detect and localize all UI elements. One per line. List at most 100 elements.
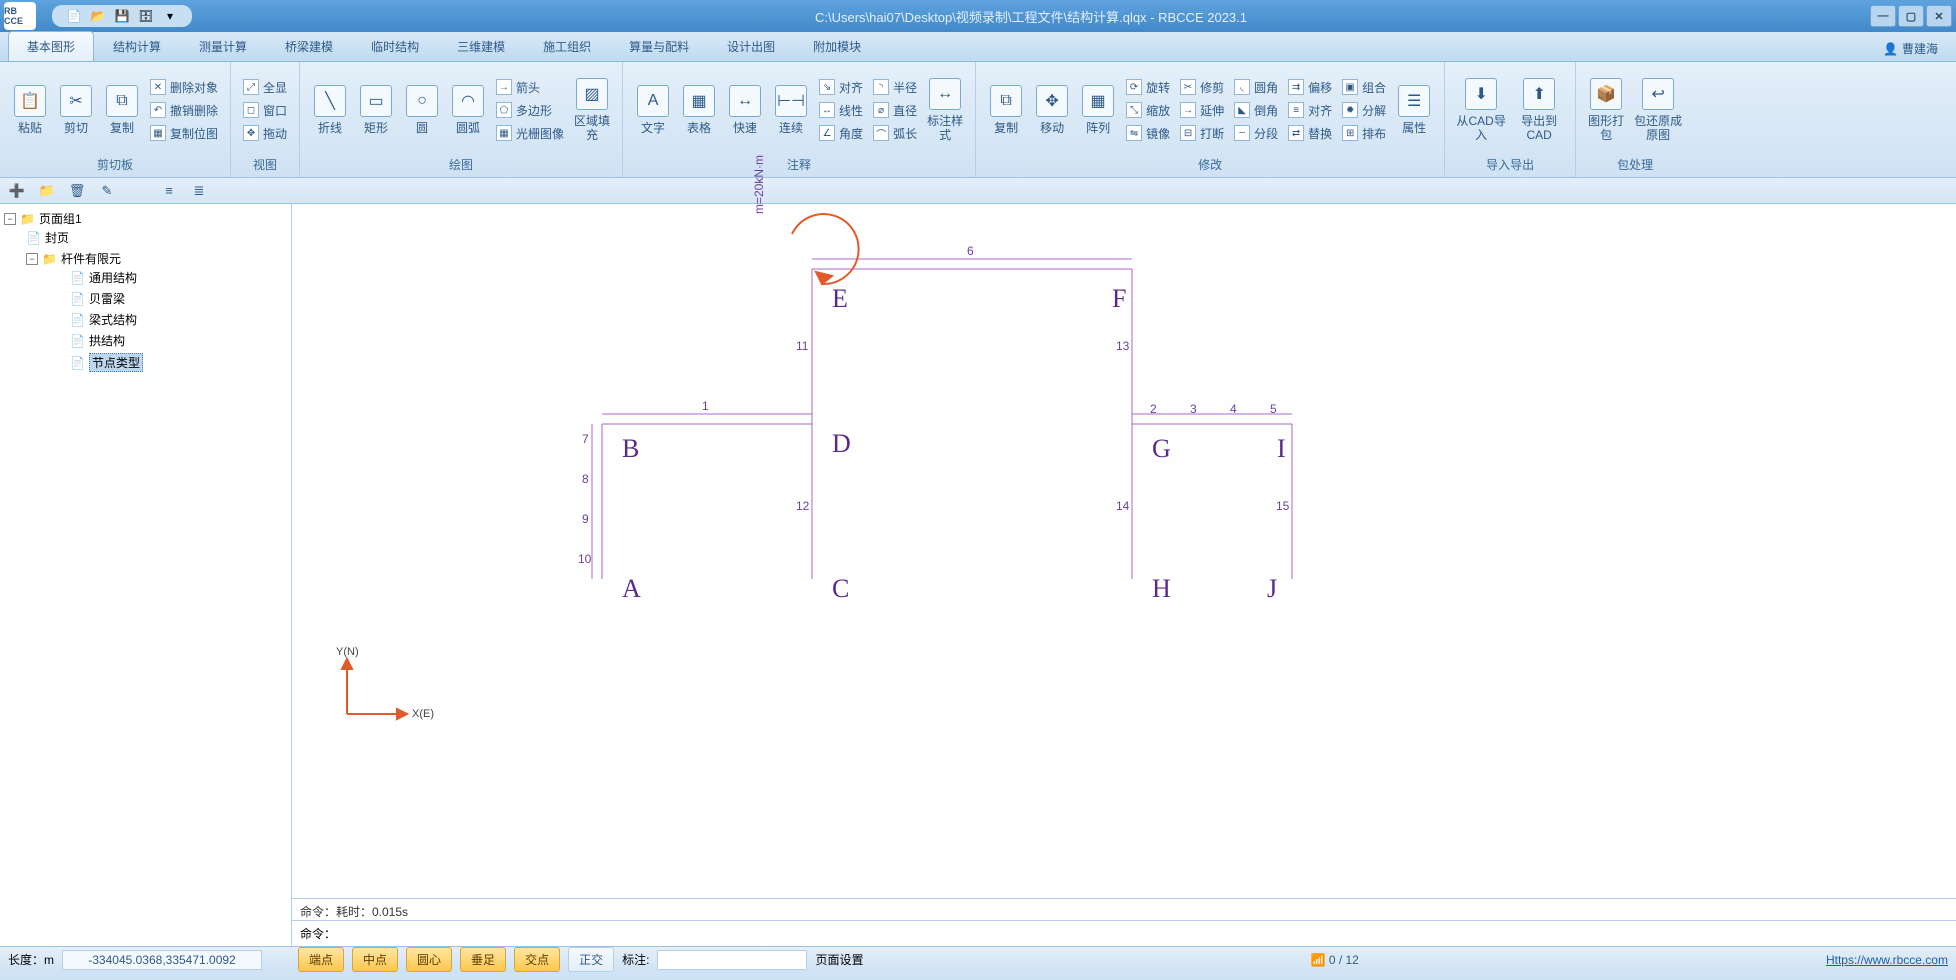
polyline-button[interactable]: ╲折线	[308, 81, 352, 139]
tab-construction[interactable]: 施工组织	[524, 31, 610, 61]
tree-item-nodetype[interactable]: 📄 节点类型	[70, 353, 287, 372]
close-button[interactable]: ✕	[1926, 5, 1952, 27]
indent-right-button[interactable]: ≣	[190, 182, 208, 200]
tab-structure-calc[interactable]: 结构计算	[94, 31, 180, 61]
snap-center[interactable]: 圆心	[406, 947, 452, 972]
minimize-button[interactable]: —	[1870, 5, 1896, 27]
tab-basic-graphics[interactable]: 基本图形	[8, 31, 94, 61]
fillet-button[interactable]: ◟圆角	[1230, 77, 1282, 98]
add-page-button[interactable]: ➕	[8, 182, 26, 200]
trim-button[interactable]: ✂修剪	[1176, 77, 1228, 98]
page-settings-button[interactable]: 页面设置	[815, 951, 863, 968]
import-cad-button[interactable]: ⬇从CAD导入	[1453, 74, 1509, 147]
tree-root[interactable]: −📁 页面组1	[4, 210, 287, 227]
arrange-button[interactable]: ⊞排布	[1338, 123, 1390, 144]
command-input[interactable]	[342, 927, 1948, 941]
align-mod-button[interactable]: ≡对齐	[1284, 100, 1336, 121]
snap-endpoint[interactable]: 端点	[298, 947, 344, 972]
snap-intersect[interactable]: 交点	[514, 947, 560, 972]
copy-button[interactable]: ⧉复制	[100, 81, 144, 139]
qat-saveall-icon[interactable]: 🗄	[138, 8, 154, 24]
move-icon: ✥	[1036, 85, 1068, 117]
maximize-button[interactable]: ▢	[1898, 5, 1924, 27]
node-E: E	[832, 284, 848, 314]
snap-midpoint[interactable]: 中点	[352, 947, 398, 972]
pan-button[interactable]: ✥拖动	[239, 123, 291, 144]
arclen-dim-button[interactable]: ⌒弧长	[869, 123, 921, 144]
quick-dim-button[interactable]: ↔快速	[723, 81, 767, 139]
qat-save-icon[interactable]: 💾	[114, 8, 130, 24]
tab-quantity[interactable]: 算量与配料	[610, 31, 708, 61]
tree-item-bailey[interactable]: 📄 贝雷梁	[70, 290, 287, 307]
array-button[interactable]: ▦阵列	[1076, 81, 1120, 139]
linear-dim-button[interactable]: ↔线性	[815, 100, 867, 121]
chamfer-button[interactable]: ◣倒角	[1230, 100, 1282, 121]
radius-dim-button[interactable]: ◝半径	[869, 77, 921, 98]
diameter-dim-button[interactable]: ⌀直径	[869, 100, 921, 121]
fillet-icon: ◟	[1234, 79, 1250, 95]
tree-group-fem[interactable]: −📁 杆件有限元	[26, 250, 287, 267]
move-button[interactable]: ✥移动	[1030, 81, 1074, 139]
tree-item-beam[interactable]: 📄 梁式结构	[70, 311, 287, 328]
tab-3d-model[interactable]: 三维建模	[438, 31, 524, 61]
group-button[interactable]: ▣组合	[1338, 77, 1390, 98]
pack-button[interactable]: 📦图形打包	[1584, 74, 1628, 147]
edit-page-button[interactable]: ✎	[98, 182, 116, 200]
extend-button[interactable]: →延伸	[1176, 100, 1228, 121]
qat-open-icon[interactable]: 📂	[90, 8, 106, 24]
dim-style-button[interactable]: ↔标注样式	[923, 74, 967, 147]
rotate-button[interactable]: ⟳旋转	[1122, 77, 1174, 98]
break-button[interactable]: ⊟打断	[1176, 123, 1228, 144]
undo-delete-button[interactable]: ↶撤销删除	[146, 100, 222, 121]
export-cad-button[interactable]: ⬆导出到CAD	[1511, 74, 1567, 147]
angle-dim-button[interactable]: ∠角度	[815, 123, 867, 144]
snap-ortho[interactable]: 正交	[568, 947, 614, 972]
hatch-button[interactable]: ▨区域填充	[570, 74, 614, 147]
explode-button[interactable]: ✹分解	[1338, 100, 1390, 121]
fit-all-button[interactable]: ⤢全显	[239, 77, 291, 98]
tree-item-arch[interactable]: 📄 拱结构	[70, 332, 287, 349]
rect-button[interactable]: ▭矩形	[354, 81, 398, 139]
copy-mod-button[interactable]: ⧉复制	[984, 81, 1028, 139]
tab-design-out[interactable]: 设计出图	[708, 31, 794, 61]
drawing-canvas[interactable]: A B C D E F G H I J 1 2 3 4 5 6 7 8 9 10…	[292, 204, 1956, 898]
arrow-button[interactable]: →箭头	[492, 77, 568, 98]
tree-cover[interactable]: 📄 封页	[26, 229, 287, 246]
copy-bitmap-button[interactable]: ▦复制位图	[146, 123, 222, 144]
tab-measure-calc[interactable]: 测量计算	[180, 31, 266, 61]
new-folder-button[interactable]: 📁	[38, 182, 56, 200]
cut-button[interactable]: ✂剪切	[54, 81, 98, 139]
replace-button[interactable]: ⇄替换	[1284, 123, 1336, 144]
tab-bridge-model[interactable]: 桥梁建模	[266, 31, 352, 61]
tab-temp-struct[interactable]: 临时结构	[352, 31, 438, 61]
polygon-button[interactable]: ⬠多边形	[492, 100, 568, 121]
window-zoom-button[interactable]: ◻窗口	[239, 100, 291, 121]
tree-item-general[interactable]: 📄 通用结构	[70, 269, 287, 286]
collapse-icon[interactable]: −	[4, 213, 16, 225]
offset-button[interactable]: ⇉偏移	[1284, 77, 1336, 98]
mirror-button[interactable]: ⇋镜像	[1122, 123, 1174, 144]
text-button[interactable]: A文字	[631, 81, 675, 139]
delete-page-button[interactable]: 🗑	[68, 182, 86, 200]
paste-button[interactable]: 📋粘贴	[8, 81, 52, 139]
tab-addon[interactable]: 附加模块	[794, 31, 880, 61]
website-link[interactable]: Https://www.rbcce.com	[1826, 953, 1948, 967]
qat-new-icon[interactable]: 📄	[66, 8, 82, 24]
indent-left-button[interactable]: ≡	[160, 182, 178, 200]
qat-more-icon[interactable]: ▾	[162, 8, 178, 24]
divide-button[interactable]: ┄分段	[1230, 123, 1282, 144]
restore-pack-button[interactable]: ↩包还原成原图	[1630, 74, 1686, 147]
scale-button[interactable]: ⤡缩放	[1122, 100, 1174, 121]
properties-button[interactable]: ☰属性	[1392, 81, 1436, 139]
snap-perp[interactable]: 垂足	[460, 947, 506, 972]
continue-dim-button[interactable]: ⊢⊣连续	[769, 81, 813, 139]
circle-button[interactable]: ○圆	[400, 81, 444, 139]
delete-obj-button[interactable]: ✕删除对象	[146, 77, 222, 98]
align-dim-button[interactable]: ⇘对齐	[815, 77, 867, 98]
user-badge[interactable]: 👤 曹建海	[1873, 36, 1948, 61]
table-button[interactable]: ▦表格	[677, 81, 721, 139]
arc-button[interactable]: ◠圆弧	[446, 81, 490, 139]
raster-button[interactable]: ▦光栅图像	[492, 123, 568, 144]
annot-scale-input[interactable]	[657, 950, 807, 970]
collapse-icon[interactable]: −	[26, 253, 38, 265]
